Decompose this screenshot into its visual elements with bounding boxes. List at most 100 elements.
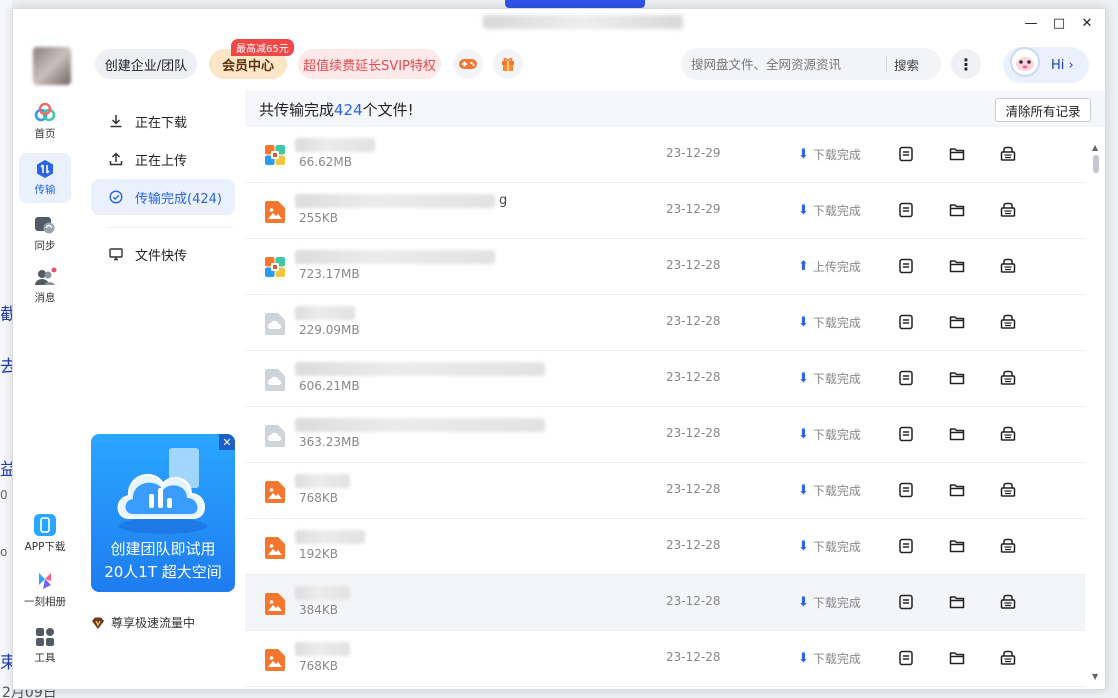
title-bar: — □ ✕ bbox=[13, 9, 1105, 37]
more-menu-button[interactable]: ⋮ bbox=[951, 49, 981, 79]
create-team-button[interactable]: 创建企业/团队 bbox=[95, 49, 197, 79]
nav-item-uploading[interactable]: 正在上传 bbox=[91, 141, 235, 177]
share-transfer-icon bbox=[1000, 146, 1016, 166]
share-button[interactable] bbox=[1000, 482, 1016, 498]
monitor-icon bbox=[109, 247, 123, 261]
rail-item-home[interactable]: 首页 bbox=[19, 97, 71, 147]
share-button[interactable] bbox=[1000, 314, 1016, 330]
summary-suffix: 个文件! bbox=[362, 101, 414, 119]
table-row[interactable]: 363.23MB 23-12-28 ⬇ 下载完成 bbox=[245, 407, 1085, 463]
cloud-file-icon bbox=[265, 369, 285, 391]
open-folder-button[interactable] bbox=[949, 258, 965, 274]
detail-button[interactable] bbox=[898, 202, 914, 218]
share-button[interactable] bbox=[1000, 370, 1016, 386]
open-folder-button[interactable] bbox=[949, 370, 965, 386]
scroll-up-arrow[interactable]: ▲ bbox=[1092, 143, 1098, 152]
list-scrollbar[interactable]: ▲ ▼ bbox=[1089, 143, 1103, 681]
speed-label: 尊享极速流量中 bbox=[111, 616, 196, 630]
detail-button[interactable] bbox=[898, 370, 914, 386]
rail-item-transfer[interactable]: 传输 bbox=[19, 153, 71, 203]
avatar[interactable] bbox=[33, 47, 71, 85]
table-row[interactable]: 606.21MB 23-12-28 ⬇ 下载完成 bbox=[245, 351, 1085, 407]
share-button[interactable] bbox=[1000, 202, 1016, 218]
arrow-down-icon: ⬇ bbox=[798, 371, 809, 386]
table-row[interactable]: 768KB 23-12-28 ⬇ 下载完成 bbox=[245, 631, 1085, 687]
table-row[interactable]: g 255KB 23-12-29 ⬇ 下载完成 bbox=[245, 183, 1085, 239]
share-button[interactable] bbox=[1000, 146, 1016, 162]
rail-item-album[interactable]: 一刻相册 bbox=[19, 565, 71, 615]
detail-button[interactable] bbox=[898, 482, 914, 498]
album-icon bbox=[39, 573, 51, 589]
open-folder-button[interactable] bbox=[949, 594, 965, 610]
nav-item-quick-transfer[interactable]: 文件快传 bbox=[91, 236, 235, 272]
rail-item-app-download[interactable]: APP下载 bbox=[19, 509, 71, 559]
search-button[interactable]: 搜索 bbox=[887, 55, 919, 74]
table-row[interactable]: 768KB 23-12-28 ⬇ 下载完成 bbox=[245, 463, 1085, 519]
table-row[interactable]: 384KB 23-12-28 ⬇ 下载完成 bbox=[245, 575, 1085, 631]
detail-button[interactable] bbox=[898, 650, 914, 666]
share-button[interactable] bbox=[1000, 538, 1016, 554]
table-row[interactable]: 66.62MB 23-12-29 ⬇ 下载完成 bbox=[245, 127, 1085, 183]
cloud-file-icon bbox=[265, 313, 285, 335]
maximize-button[interactable]: □ bbox=[1049, 13, 1069, 33]
game-button[interactable] bbox=[453, 49, 483, 79]
team-promo-banner[interactable]: ✕ 创建团队即试用 20人1T 超大空间 bbox=[91, 434, 235, 592]
file-size: 363.23MB bbox=[299, 435, 360, 449]
search-input[interactable] bbox=[681, 56, 886, 72]
table-row[interactable]: 723.17MB 23-12-28 ⬆ 上传完成 bbox=[245, 239, 1085, 295]
open-folder-button[interactable] bbox=[949, 202, 965, 218]
nav-item-downloading[interactable]: 正在下载 bbox=[91, 103, 235, 139]
scrollbar-thumb[interactable] bbox=[1093, 155, 1099, 173]
open-folder-button[interactable] bbox=[949, 482, 965, 498]
nav-item-completed[interactable]: 传输完成(424) bbox=[91, 179, 235, 215]
image-file-icon bbox=[265, 201, 285, 223]
folder-icon bbox=[949, 203, 965, 222]
arrow-down-icon: ⬇ bbox=[798, 483, 809, 498]
scroll-down-arrow[interactable]: ▼ bbox=[1092, 672, 1098, 681]
gift-button[interactable] bbox=[493, 49, 523, 79]
share-button[interactable] bbox=[1000, 258, 1016, 274]
svip-renew-button[interactable]: 超值续费延长SVIP特权 bbox=[298, 49, 441, 79]
folder-icon bbox=[949, 483, 965, 502]
detail-button[interactable] bbox=[898, 146, 914, 162]
assistant-button[interactable]: Hi › bbox=[1003, 47, 1089, 83]
status-label: 下载完成 bbox=[812, 372, 861, 386]
status-label: 下载完成 bbox=[812, 484, 861, 498]
summary-count: 424 bbox=[334, 101, 363, 119]
promo-close-button[interactable]: ✕ bbox=[219, 434, 235, 450]
share-button[interactable] bbox=[1000, 426, 1016, 442]
minimize-button[interactable]: — bbox=[1021, 13, 1041, 33]
detail-button[interactable] bbox=[898, 594, 914, 610]
rail-item-sync[interactable]: 同步 bbox=[19, 209, 71, 259]
open-folder-button[interactable] bbox=[949, 538, 965, 554]
file-name-suffix: g bbox=[499, 193, 508, 208]
status-label: 上传完成 bbox=[812, 260, 861, 274]
nav-item-label: 传输完成(424) bbox=[135, 191, 222, 207]
file-name-blurred bbox=[295, 418, 545, 432]
detail-button[interactable] bbox=[898, 314, 914, 330]
image-file-icon bbox=[265, 537, 285, 559]
close-button[interactable]: ✕ bbox=[1077, 13, 1097, 33]
folder-icon bbox=[949, 651, 965, 670]
nav-divider bbox=[107, 227, 233, 228]
file-detail-icon bbox=[898, 594, 914, 614]
arrow-up-icon: ⬆ bbox=[798, 259, 809, 274]
share-transfer-icon bbox=[1000, 650, 1016, 670]
share-button[interactable] bbox=[1000, 594, 1016, 610]
table-row[interactable]: 192KB 23-12-28 ⬇ 下载完成 bbox=[245, 519, 1085, 575]
table-row[interactable]: 229.09MB 23-12-28 ⬇ 下载完成 bbox=[245, 295, 1085, 351]
detail-button[interactable] bbox=[898, 258, 914, 274]
share-button[interactable] bbox=[1000, 650, 1016, 666]
open-folder-button[interactable] bbox=[949, 650, 965, 666]
assistant-label: Hi › bbox=[1051, 57, 1074, 73]
detail-button[interactable] bbox=[898, 426, 914, 442]
rail-item-tools[interactable]: 工具 bbox=[19, 621, 71, 671]
check-circle-icon bbox=[109, 190, 123, 204]
open-folder-button[interactable] bbox=[949, 146, 965, 162]
transfer-date: 23-12-29 bbox=[666, 202, 721, 216]
detail-button[interactable] bbox=[898, 538, 914, 554]
clear-all-button[interactable]: 清除所有记录 bbox=[995, 98, 1091, 122]
rail-item-message[interactable]: 消息 bbox=[19, 261, 71, 311]
open-folder-button[interactable] bbox=[949, 314, 965, 330]
open-folder-button[interactable] bbox=[949, 426, 965, 442]
